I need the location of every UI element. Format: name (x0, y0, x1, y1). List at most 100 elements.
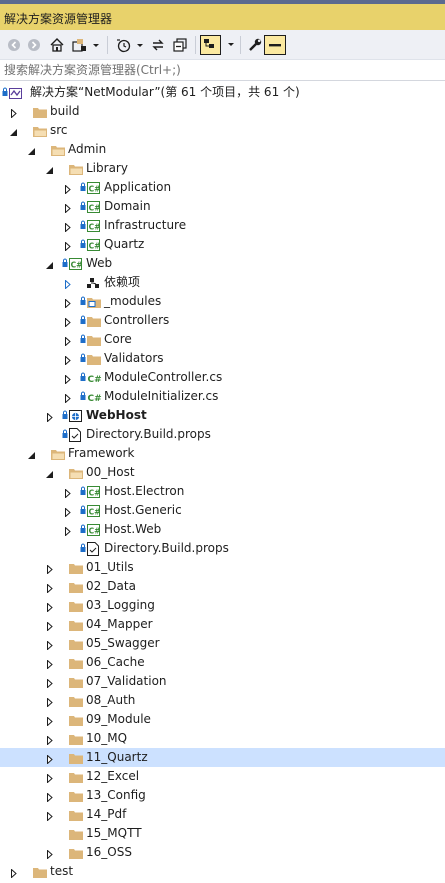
expand-toggle[interactable] (46, 715, 54, 727)
collapsed-arrow-icon[interactable] (46, 811, 54, 822)
collapsed-arrow-icon[interactable] (64, 507, 72, 518)
forward-button[interactable] (24, 34, 44, 56)
tree-folder-item[interactable]: Validators (0, 349, 445, 368)
tree-folder-item[interactable]: 01_Utils (0, 558, 445, 577)
expanded-arrow-icon[interactable] (46, 261, 54, 270)
collapse-toggle[interactable] (10, 126, 18, 136)
properties-button[interactable] (245, 34, 265, 56)
expand-toggle[interactable] (46, 848, 54, 860)
tree-folder-item[interactable]: Core (0, 330, 445, 349)
expand-toggle[interactable] (64, 183, 72, 195)
expand-toggle[interactable] (46, 772, 54, 784)
collapsed-arrow-icon[interactable] (10, 868, 18, 879)
tree-folder-item[interactable]: 02_Data (0, 577, 445, 596)
tree-item[interactable]: C# Host.Generic (0, 501, 445, 520)
expand-toggle[interactable] (46, 696, 54, 708)
collapsed-arrow-icon[interactable] (46, 716, 54, 727)
expanded-arrow-icon[interactable] (46, 166, 54, 175)
tree-item[interactable]: Directory.Build.props (0, 539, 445, 558)
collapsed-arrow-icon[interactable] (46, 621, 54, 632)
expand-toggle[interactable] (10, 107, 18, 119)
collapsed-arrow-icon[interactable] (64, 279, 72, 290)
tree-folder-item[interactable]: 08_Auth (0, 691, 445, 710)
tree-item[interactable]: C# Quartz (0, 235, 445, 254)
collapsed-arrow-icon[interactable] (64, 241, 72, 252)
collapsed-arrow-icon[interactable] (64, 355, 72, 366)
expand-toggle[interactable] (46, 677, 54, 689)
expand-toggle[interactable] (64, 202, 72, 214)
tree-item[interactable]: C# ModuleInitializer.cs (0, 387, 445, 406)
collapsed-arrow-icon[interactable] (46, 754, 54, 765)
collapse-toggle[interactable] (46, 164, 54, 175)
expand-toggle[interactable] (64, 316, 72, 328)
tree-folder-item[interactable]: 05_Swagger (0, 634, 445, 653)
expand-toggle[interactable] (46, 791, 54, 803)
collapse-toggle[interactable] (28, 449, 36, 460)
expanded-arrow-icon[interactable] (28, 147, 36, 156)
expand-toggle[interactable] (64, 240, 72, 252)
collapsed-arrow-icon[interactable] (64, 374, 72, 385)
tree-folder-item[interactable]: build (0, 102, 445, 121)
expand-toggle[interactable] (64, 392, 72, 404)
preview-button[interactable] (264, 34, 286, 56)
tree-folder-item[interactable]: src (0, 121, 445, 140)
collapse-all-button[interactable] (170, 34, 190, 56)
tree-folder-item[interactable]: Admin (0, 140, 445, 159)
tree-folder-item[interactable]: test (0, 862, 445, 881)
back-button[interactable] (4, 34, 24, 56)
collapsed-arrow-icon[interactable] (64, 203, 72, 214)
tree-item[interactable]: 解决方案“NetModular”(第 61 个项目，共 61 个) (0, 83, 445, 102)
tree-folder-item[interactable]: 14_Pdf (0, 805, 445, 824)
collapsed-arrow-icon[interactable] (46, 849, 54, 860)
expand-toggle[interactable] (46, 620, 54, 632)
expanded-arrow-icon[interactable] (28, 451, 36, 460)
collapsed-arrow-icon[interactable] (64, 222, 72, 233)
expand-toggle[interactable] (46, 563, 54, 575)
tree-folder-item[interactable]: 13_Config (0, 786, 445, 805)
tree-folder-item[interactable]: 07_Validation (0, 672, 445, 691)
expand-toggle[interactable] (64, 487, 72, 499)
expand-toggle[interactable] (64, 373, 72, 385)
tree-folder-item[interactable]: 03_Logging (0, 596, 445, 615)
tree-folder-item[interactable]: 04_Mapper (0, 615, 445, 634)
expand-toggle[interactable] (46, 658, 54, 670)
collapsed-arrow-icon[interactable] (46, 602, 54, 613)
collapsed-arrow-icon[interactable] (46, 583, 54, 594)
expand-toggle[interactable] (64, 354, 72, 366)
collapsed-arrow-icon[interactable] (64, 526, 72, 537)
search-input[interactable] (0, 60, 440, 80)
collapsed-arrow-icon[interactable] (64, 488, 72, 499)
expanded-arrow-icon[interactable] (46, 470, 54, 479)
tree-item[interactable]: WebHost (0, 406, 445, 425)
expand-toggle[interactable] (64, 278, 72, 290)
expand-toggle[interactable] (46, 753, 54, 765)
sync-button[interactable] (148, 34, 168, 56)
expand-toggle[interactable] (46, 582, 54, 594)
tree-item[interactable]: C# ModuleController.cs (0, 368, 445, 387)
expand-toggle[interactable] (64, 335, 72, 347)
collapsed-arrow-icon[interactable] (46, 678, 54, 689)
collapsed-arrow-icon[interactable] (64, 298, 72, 309)
collapsed-arrow-icon[interactable] (46, 640, 54, 651)
switch-views-button[interactable] (70, 34, 102, 56)
collapsed-arrow-icon[interactable] (46, 773, 54, 784)
tree-folder-item[interactable]: 11_Quartz (0, 748, 445, 767)
tree-folder-item[interactable]: 10_MQ (0, 729, 445, 748)
expand-toggle[interactable] (64, 525, 72, 537)
tree-folder-item[interactable]: 00_Host (0, 463, 445, 482)
collapsed-arrow-icon[interactable] (46, 697, 54, 708)
tree-item[interactable]: _modules (0, 292, 445, 311)
show-all-files-button[interactable] (200, 34, 236, 56)
tree-item[interactable]: Directory.Build.props (0, 425, 445, 444)
expand-toggle[interactable] (46, 810, 54, 822)
collapsed-arrow-icon[interactable] (64, 393, 72, 404)
tree-folder-item[interactable]: 12_Excel (0, 767, 445, 786)
home-button[interactable] (46, 34, 68, 56)
tree-item[interactable]: C# Host.Web (0, 520, 445, 539)
tree-item[interactable]: C# Web (0, 254, 445, 273)
expand-toggle[interactable] (64, 297, 72, 309)
collapsed-arrow-icon[interactable] (46, 564, 54, 575)
collapsed-arrow-icon[interactable] (46, 792, 54, 803)
collapse-toggle[interactable] (46, 259, 54, 270)
collapsed-arrow-icon[interactable] (64, 317, 72, 328)
